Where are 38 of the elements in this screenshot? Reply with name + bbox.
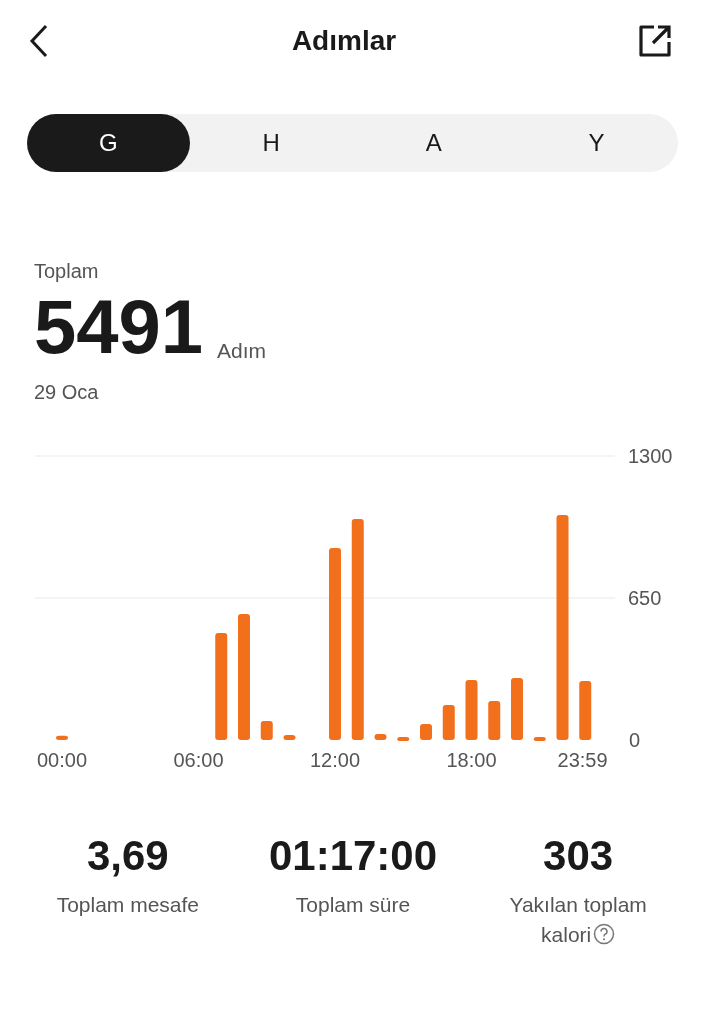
x-tick-label: 06:00 [173,749,224,771]
period-tab[interactable]: A [352,114,516,172]
stat-label: Yakılan toplam kalori [508,892,648,949]
stat-value: 3,69 [86,832,169,880]
y-tick-label: 1300 [628,445,673,467]
step-bar [488,700,501,740]
x-tick-label: 00:00 [36,749,88,771]
stat-label: Toplam süre [295,892,411,918]
step-bar [579,681,592,740]
page-title: Adımlar [291,25,397,57]
period-tab[interactable]: G [27,114,190,172]
step-bar [283,735,296,740]
step-bar [442,705,455,740]
step-bar [511,677,523,740]
period-tab[interactable]: H [189,114,353,172]
x-tick-label: 18:00 [446,749,497,771]
step-bar [260,721,273,740]
step-bar [420,724,432,740]
x-tick-label: 12:00 [309,749,361,771]
x-tick-label: 23:59 [557,749,608,771]
help-icon[interactable] [593,923,616,946]
step-bar [374,734,387,740]
y-tick-label: 650 [628,587,662,609]
step-bar [533,736,546,741]
period-tab[interactable]: Y [515,114,678,172]
back-icon[interactable] [28,24,50,58]
stat-value: 01:17:00 [268,832,438,880]
stat-value: 303 [543,832,614,880]
unit-label: Adım [217,339,267,363]
share-icon[interactable] [638,24,672,58]
total-label: Toplam [34,260,99,282]
step-bar [397,736,410,741]
stat-label: Toplam mesafe [56,892,200,918]
y-tick-label: 0 [629,729,641,751]
step-count: 5491 [34,289,204,365]
step-bar [56,735,68,740]
date-label: 29 Oca [34,381,99,404]
step-bar [465,679,478,740]
